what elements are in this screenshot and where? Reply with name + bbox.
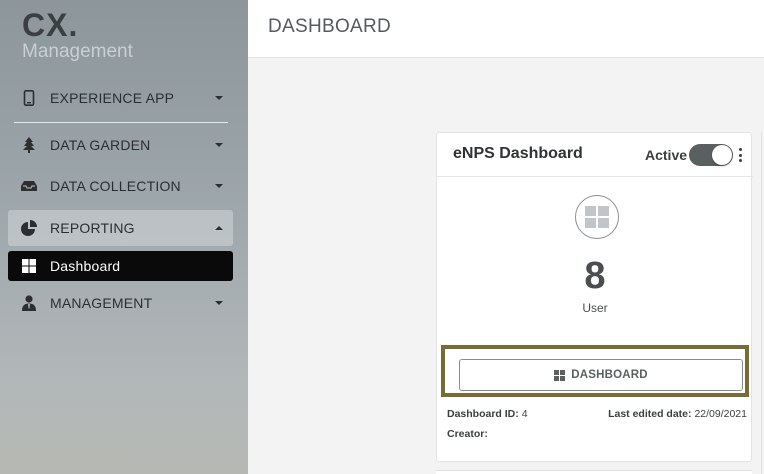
last-edited-value: 22/09/2021 bbox=[694, 408, 747, 420]
sidebar-item-label: Dashboard bbox=[50, 258, 121, 274]
sidebar-item-data-collection[interactable]: DATA COLLECTION bbox=[8, 168, 233, 204]
sidebar-item-label: DATA GARDEN bbox=[50, 137, 151, 153]
sidebar-item-experience-app[interactable]: EXPERIENCE APP bbox=[8, 80, 233, 116]
dashboard-id-label: Dashboard ID: bbox=[447, 408, 519, 420]
user-count-label: User bbox=[582, 301, 608, 315]
sidebar: CX. Management EXPERIENCE APP DATA GARDE… bbox=[0, 0, 248, 474]
dashboard-card: eNPS Dashboard Active 8 User DASHBOARD D… bbox=[436, 132, 753, 462]
sidebar-item-data-garden[interactable]: DATA GARDEN bbox=[8, 127, 233, 163]
pie-chart-icon bbox=[21, 220, 37, 236]
dashboard-id: Dashboard ID: 4 bbox=[447, 408, 528, 420]
chevron-down-icon bbox=[215, 301, 223, 305]
card-header: eNPS Dashboard Active bbox=[437, 133, 753, 177]
next-card-edge-bottom bbox=[436, 470, 752, 474]
sidebar-item-label: MANAGEMENT bbox=[50, 295, 153, 311]
sidebar-divider bbox=[14, 122, 228, 123]
status-label: Active bbox=[645, 147, 688, 163]
grid-icon bbox=[554, 369, 566, 381]
sidebar-item-label: DATA COLLECTION bbox=[50, 178, 181, 194]
card-title: eNPS Dashboard bbox=[453, 145, 583, 162]
toggle-knob bbox=[712, 145, 732, 165]
inbox-icon bbox=[21, 178, 37, 194]
sidebar-item-reporting[interactable]: REPORTING bbox=[8, 210, 233, 246]
chevron-down-icon bbox=[215, 96, 223, 100]
last-edited-label: Last edited date: bbox=[608, 408, 692, 420]
last-edited: Last edited date: 22/09/2021 bbox=[608, 408, 747, 420]
user-count: 8 bbox=[584, 255, 606, 297]
creator-label: Creator: bbox=[447, 428, 488, 440]
sidebar-item-label: REPORTING bbox=[50, 220, 135, 236]
user-tie-icon bbox=[21, 295, 37, 311]
sidebar-item-management[interactable]: MANAGEMENT bbox=[8, 285, 233, 321]
top-header: DASHBOARD bbox=[248, 0, 764, 58]
logo-main: CX. bbox=[22, 7, 79, 43]
dashboard-id-value: 4 bbox=[521, 408, 528, 420]
grid-icon bbox=[575, 195, 619, 239]
chevron-down-icon bbox=[215, 184, 223, 188]
sidebar-item-label: EXPERIENCE APP bbox=[50, 90, 175, 106]
chevron-up-icon bbox=[215, 226, 223, 230]
page-title: DASHBOARD bbox=[268, 16, 392, 37]
sidebar-item-dashboard[interactable]: Dashboard bbox=[8, 251, 233, 281]
chevron-down-icon bbox=[215, 143, 223, 147]
more-options-icon[interactable] bbox=[736, 146, 744, 164]
grid-icon bbox=[21, 258, 37, 274]
button-label: DASHBOARD bbox=[571, 369, 648, 381]
logo: CX. Management bbox=[22, 8, 133, 62]
tree-icon bbox=[21, 137, 37, 153]
active-toggle[interactable] bbox=[689, 144, 733, 166]
phone-icon bbox=[21, 90, 37, 106]
highlight-frame: DASHBOARD bbox=[441, 345, 749, 397]
logo-sub: Management bbox=[22, 41, 133, 62]
creator: Creator: bbox=[447, 428, 488, 440]
open-dashboard-button[interactable]: DASHBOARD bbox=[459, 359, 743, 391]
